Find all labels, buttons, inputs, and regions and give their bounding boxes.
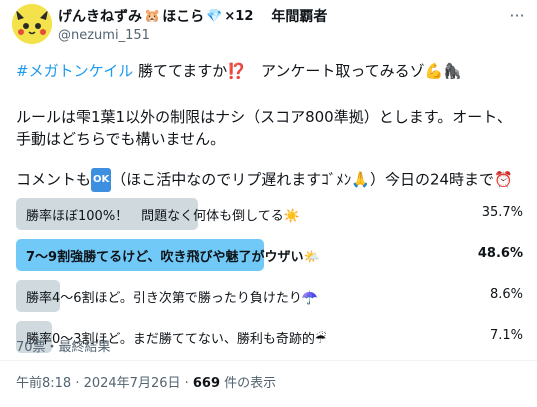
tweet-line-3-end: （ほこ活中なのでリプ遅れますｺﾞﾒﾝ🙏）今日の24時まで⏰ bbox=[111, 170, 513, 189]
tweet-line-1: #メガトンケイル 勝ててますか⁉️ アンケート取ってみるゾ💪🦍 bbox=[16, 60, 462, 82]
display-name[interactable]: げんきねずみ bbox=[58, 6, 142, 26]
more-horizontal-icon[interactable]: ··· bbox=[506, 8, 528, 24]
poll-option-percent: 48.6% bbox=[477, 246, 523, 261]
hamster-emoji: 🐹 bbox=[144, 8, 161, 24]
gem-count: ×12 bbox=[224, 8, 254, 24]
avatar-image bbox=[12, 4, 52, 44]
tweet-line-3-start: コメントも bbox=[16, 170, 92, 189]
user-name-row[interactable]: げんきねずみ 🐹 ほこら 💎 ×12 年間覇者 bbox=[58, 6, 327, 26]
divider bbox=[0, 360, 537, 361]
user-title: 年間覇者 bbox=[271, 9, 328, 25]
user-handle[interactable]: @nezumi_151 bbox=[58, 28, 150, 43]
poll-option-percent: 8.6% bbox=[489, 287, 523, 302]
poll-option-label: 勝率ほぼ100%！ 問題なく何体も倒してる☀️ bbox=[26, 209, 300, 224]
poll-option-percent: 7.1% bbox=[489, 328, 523, 343]
avatar[interactable] bbox=[12, 4, 52, 44]
tweet-paragraph-2: ルールは雫1葉1以外の制限はナシ（スコア800準拠）とします。オート、手動はどち… bbox=[16, 108, 512, 148]
display-name-part2[interactable]: ほこら bbox=[162, 6, 204, 26]
view-count: 669 bbox=[192, 376, 221, 391]
poll-option-1: 勝率ほぼ100%！ 問題なく何体も倒してる☀️ 35.7% bbox=[16, 198, 527, 230]
tweet-line-3: コメントも OK （ほこ活中なのでリプ遅れますｺﾞﾒﾝ🙏）今日の24時まで⏰ bbox=[16, 168, 513, 192]
tweet-line-1-text: 勝ててますか⁉️ アンケート取ってみるゾ💪🦍 bbox=[133, 62, 462, 80]
views-label: 件の表示 bbox=[220, 376, 277, 391]
tweet-datetime[interactable]: 午前8:18 · 2024年7月26日 · bbox=[16, 376, 193, 391]
tweet-meta: 午前8:18 · 2024年7月26日 · 669 件の表示 bbox=[16, 372, 276, 391]
poll-option-3: 勝率4〜6割ほど。引き次第で勝ったり負けたり☂️ 8.6% bbox=[16, 280, 527, 312]
poll-option-percent: 35.7% bbox=[481, 205, 523, 220]
gem-emoji: 💎 bbox=[206, 8, 223, 24]
hashtag-link[interactable]: #メガトンケイル bbox=[16, 62, 133, 80]
tweet-text: #メガトンケイル 勝ててますか⁉️ アンケート取ってみるゾ💪🦍 ルールは雫1葉1… bbox=[16, 60, 526, 192]
poll-option-label: 勝率4〜6割ほど。引き次第で勝ったり負けたり☂️ bbox=[26, 291, 319, 306]
poll-option-label: 7〜9割強勝てるけど、吹き飛びや魅了がウザい🌤️ bbox=[26, 250, 320, 265]
poll-option-2: 7〜9割強勝てるけど、吹き飛びや魅了がウザい🌤️ 48.6% bbox=[16, 239, 527, 271]
poll-summary: 70票・最終結果 bbox=[16, 340, 111, 355]
ok-icon: OK bbox=[91, 168, 112, 192]
